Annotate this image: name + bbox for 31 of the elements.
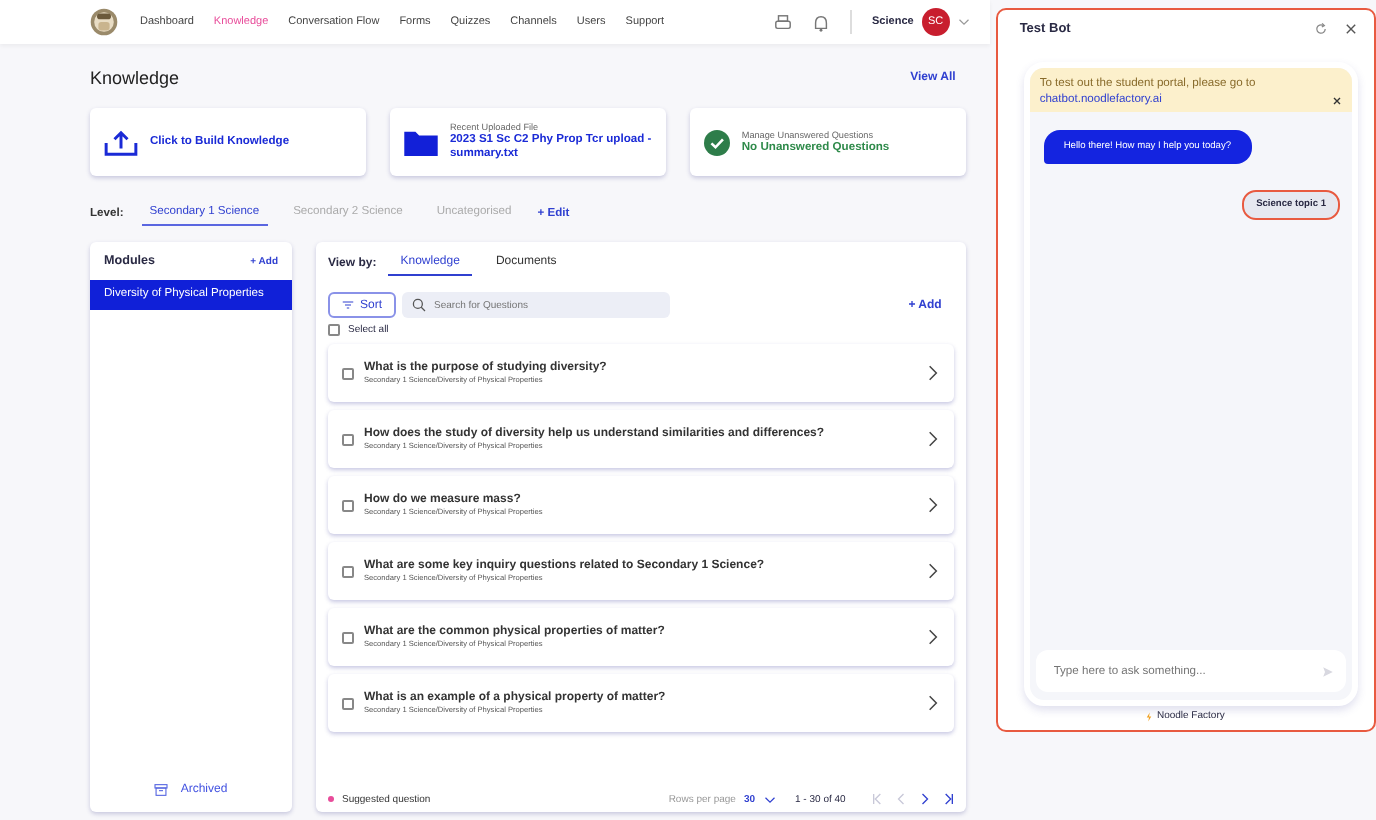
check-circle-icon (703, 129, 730, 155)
search-icon (412, 298, 427, 312)
bolt-icon (1146, 711, 1153, 721)
checkbox[interactable] (342, 565, 354, 577)
folder-icon (403, 129, 438, 155)
checkbox[interactable] (342, 367, 354, 379)
page-title: Knowledge (90, 68, 180, 88)
checkbox[interactable] (328, 324, 340, 336)
checkbox[interactable] (342, 433, 354, 445)
archive-icon (154, 784, 169, 796)
chevron-right-icon[interactable] (927, 430, 938, 448)
filter-icon (342, 300, 354, 310)
chevron-right-icon[interactable] (927, 364, 938, 382)
close-icon[interactable] (1332, 96, 1342, 106)
last-page-icon[interactable] (943, 792, 954, 806)
checkbox[interactable] (342, 697, 354, 709)
checkbox[interactable] (342, 499, 354, 511)
logo-icon[interactable] (90, 8, 118, 36)
checkbox[interactable] (342, 631, 354, 643)
chevron-right-icon[interactable] (927, 496, 938, 514)
chevron-right-icon[interactable] (927, 628, 938, 646)
bell-icon[interactable] (812, 13, 831, 31)
next-page-icon[interactable] (919, 792, 930, 806)
chevron-right-icon[interactable] (927, 694, 938, 712)
printer-icon[interactable] (774, 13, 793, 31)
close-icon[interactable] (1344, 22, 1358, 36)
chevron-down-icon[interactable] (763, 795, 776, 803)
refresh-icon[interactable] (1314, 22, 1328, 36)
suggested-dot-icon (328, 796, 334, 802)
chevron-right-icon[interactable] (927, 562, 938, 580)
upload-icon (104, 129, 138, 155)
